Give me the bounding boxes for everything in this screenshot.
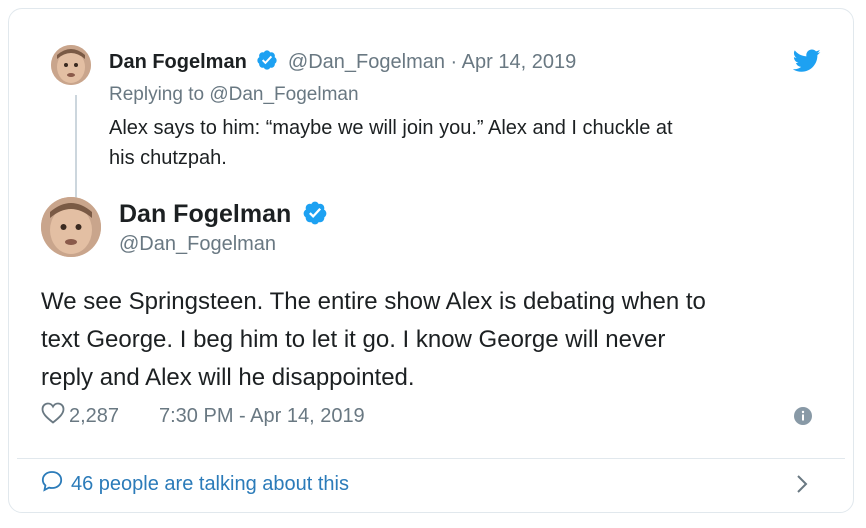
chevron-right-icon[interactable] <box>795 473 809 500</box>
verified-badge-icon <box>302 200 328 226</box>
info-icon[interactable] <box>793 406 813 431</box>
main-author-avatar[interactable] <box>41 197 101 257</box>
parent-date[interactable]: Apr 14, 2019 <box>462 51 577 73</box>
thread-connector-line <box>75 95 77 199</box>
tweet-embed-card: Dan Fogelman @Dan_Fogelman · Apr 14, 201… <box>8 8 854 513</box>
main-text-line: reply and Alex will he disappointed. <box>41 364 415 391</box>
parent-tweet-text: Alex says to him: “maybe we will join yo… <box>109 113 673 173</box>
parent-author-name[interactable]: Dan Fogelman <box>109 51 247 73</box>
parent-header: Dan Fogelman @Dan_Fogelman · Apr 14, 201… <box>109 49 576 74</box>
like-action[interactable]: 2,287 <box>41 402 120 430</box>
heart-icon <box>41 402 65 430</box>
conversation-link[interactable]: 46 people are talking about this <box>41 471 349 497</box>
twitter-bird-icon[interactable] <box>793 49 821 73</box>
parent-text-line: Alex says to him: “maybe we will join yo… <box>109 117 673 139</box>
parent-text-line: his chutzpah. <box>109 147 227 169</box>
parent-replying-to[interactable]: Replying to @Dan_Fogelman <box>109 83 359 107</box>
main-text-line: We see Springsteen. The entire show Alex… <box>41 288 706 315</box>
tweet-timestamp[interactable]: 7:30 PM - Apr 14, 2019 <box>159 403 365 429</box>
talking-count-label: 46 people are talking about this <box>71 472 349 495</box>
main-author-row: Dan Fogelman <box>119 199 328 229</box>
parent-handle[interactable]: @Dan_Fogelman <box>288 51 445 73</box>
main-tweet-text: We see Springsteen. The entire show Alex… <box>41 283 706 397</box>
speech-bubble-icon <box>41 470 63 498</box>
main-text-line: text George. I beg him to let it go. I k… <box>41 326 666 353</box>
verified-badge-icon <box>256 49 278 71</box>
main-author-name[interactable]: Dan Fogelman <box>119 200 291 228</box>
footer-divider <box>17 458 845 459</box>
main-handle[interactable]: @Dan_Fogelman <box>119 232 276 256</box>
parent-separator: · <box>444 51 462 73</box>
parent-author-avatar[interactable] <box>51 45 91 85</box>
like-count: 2,287 <box>69 404 120 427</box>
